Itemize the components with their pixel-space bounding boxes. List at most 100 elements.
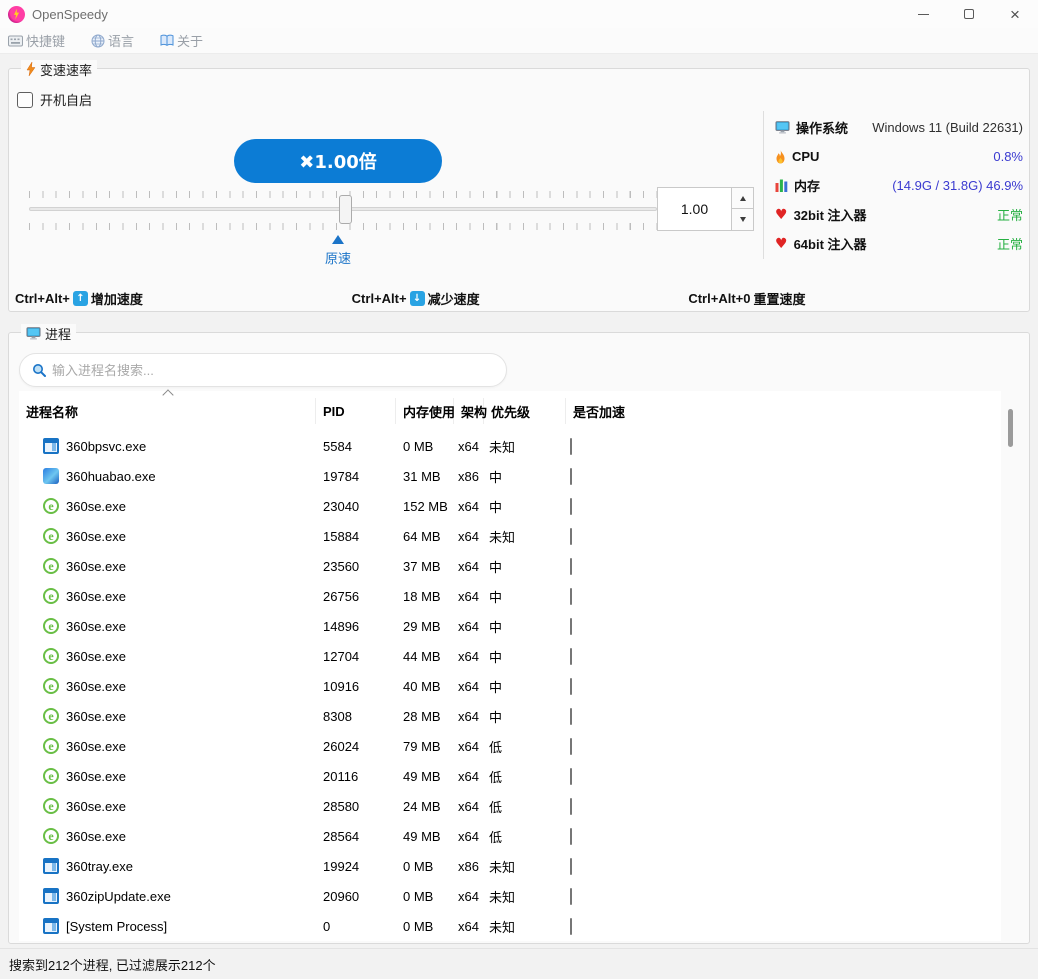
menu-language[interactable]: 语言: [91, 31, 134, 50]
cell-priority: 中: [484, 647, 566, 666]
table-row[interactable]: 360se.exe 12704 44 MB x64 中: [19, 641, 1001, 671]
vertical-scrollbar-thumb[interactable]: [1008, 409, 1013, 447]
cell-arch: x86: [454, 469, 484, 484]
status-bar: 搜索到212个进程, 已过滤展示212个: [0, 948, 1038, 979]
cell-pid: 15884: [316, 529, 396, 544]
cell-mem: 79 MB: [396, 739, 454, 754]
accelerate-checkbox[interactable]: [570, 648, 572, 665]
table-row[interactable]: 360se.exe 14896 29 MB x64 中: [19, 611, 1001, 641]
bar-chart-icon: [775, 179, 788, 192]
process-name: 360se.exe: [66, 589, 126, 604]
process-icon: [43, 678, 59, 694]
table-row[interactable]: 360se.exe 15884 64 MB x64 未知: [19, 521, 1001, 551]
process-table: 进程名称 PID 内存使用 架构 优先级 是否加速 360bpsvc.exe 5…: [19, 391, 1001, 941]
accelerate-checkbox[interactable]: [570, 888, 572, 905]
column-header-pid[interactable]: PID: [316, 398, 396, 424]
process-name: 360se.exe: [66, 529, 126, 544]
accelerate-checkbox[interactable]: [570, 858, 572, 875]
column-header-name[interactable]: 进程名称: [19, 398, 316, 424]
process-icon: [43, 558, 59, 574]
table-row[interactable]: 360se.exe 23560 37 MB x64 中: [19, 551, 1001, 581]
hotkey-reset: Ctrl+Alt+0 重置速度: [688, 289, 1025, 308]
accelerate-checkbox[interactable]: [570, 678, 572, 695]
process-icon: [43, 858, 59, 874]
hotkey-increase-keys: Ctrl+Alt+: [15, 291, 70, 306]
speed-slider[interactable]: [29, 187, 657, 233]
speed-spinbox: 1.00: [657, 187, 754, 231]
cell-priority: 中: [484, 587, 566, 606]
table-row[interactable]: 360tray.exe 19924 0 MB x86 未知: [19, 851, 1001, 881]
cell-arch: x64: [454, 559, 484, 574]
column-header-priority[interactable]: 优先级: [484, 398, 566, 424]
process-name: 360bpsvc.exe: [66, 439, 146, 454]
table-row[interactable]: 360se.exe 23040 152 MB x64 中: [19, 491, 1001, 521]
process-icon: [43, 438, 59, 454]
os-info-row: 操作系统 Windows 11 (Build 22631): [775, 113, 1023, 142]
openspeedy-window: OpenSpeedy × 快捷键 语言 关于: [0, 0, 1038, 979]
autostart-checkbox[interactable]: [17, 92, 33, 108]
table-row[interactable]: 360zipUpdate.exe 20960 0 MB x64 未知: [19, 881, 1001, 911]
slider-handle[interactable]: [339, 195, 352, 224]
hotkey-decrease-keys: Ctrl+Alt+: [352, 291, 407, 306]
table-row[interactable]: 360se.exe 28580 24 MB x64 低: [19, 791, 1001, 821]
cell-arch: x64: [454, 829, 484, 844]
accelerate-checkbox[interactable]: [570, 918, 572, 935]
search-icon: [32, 363, 46, 377]
accelerate-checkbox[interactable]: [570, 798, 572, 815]
table-row[interactable]: 360huabao.exe 19784 31 MB x86 中: [19, 461, 1001, 491]
table-row[interactable]: 360se.exe 8308 28 MB x64 中: [19, 701, 1001, 731]
minimize-button[interactable]: [900, 0, 946, 28]
autostart-label: 开机自启: [40, 90, 92, 109]
spin-up-button[interactable]: [731, 187, 754, 209]
cell-mem: 37 MB: [396, 559, 454, 574]
process-name: 360se.exe: [66, 619, 126, 634]
process-legend: 进程: [21, 324, 76, 342]
cell-priority: 中: [484, 707, 566, 726]
accelerate-checkbox[interactable]: [570, 438, 572, 455]
table-row[interactable]: 360se.exe 10916 40 MB x64 中: [19, 671, 1001, 701]
accelerate-checkbox[interactable]: [570, 558, 572, 575]
accelerate-checkbox[interactable]: [570, 498, 572, 515]
menu-hotkeys[interactable]: 快捷键: [8, 31, 65, 50]
spin-down-button[interactable]: [731, 209, 754, 231]
column-header-accelerate[interactable]: 是否加速: [566, 398, 1001, 424]
heart-icon: ♥: [775, 208, 788, 222]
table-row[interactable]: 360se.exe 26756 18 MB x64 中: [19, 581, 1001, 611]
accelerate-checkbox[interactable]: [570, 708, 572, 725]
speed-spinbox-value[interactable]: 1.00: [657, 187, 731, 231]
column-header-arch[interactable]: 架构: [454, 398, 484, 424]
cell-mem: 0 MB: [396, 859, 454, 874]
table-row[interactable]: 360se.exe 28564 49 MB x64 低: [19, 821, 1001, 851]
maximize-button[interactable]: [946, 0, 992, 28]
table-row[interactable]: 360se.exe 26024 79 MB x64 低: [19, 731, 1001, 761]
search-input[interactable]: [52, 363, 494, 378]
sort-ascending-icon: [163, 389, 175, 397]
column-header-memory[interactable]: 内存使用: [396, 398, 454, 424]
cell-arch: x64: [454, 649, 484, 664]
accelerate-checkbox[interactable]: [570, 618, 572, 635]
process-name: 360se.exe: [66, 799, 126, 814]
table-row[interactable]: 360bpsvc.exe 5584 0 MB x64 未知: [19, 431, 1001, 461]
accelerate-checkbox[interactable]: [570, 738, 572, 755]
accelerate-checkbox[interactable]: [570, 768, 572, 785]
accelerate-checkbox[interactable]: [570, 588, 572, 605]
cell-arch: x64: [454, 799, 484, 814]
menu-about[interactable]: 关于: [160, 31, 203, 50]
process-table-header[interactable]: 进程名称 PID 内存使用 架构 优先级 是否加速: [19, 391, 1001, 431]
table-row[interactable]: 360se.exe 20116 49 MB x64 低: [19, 761, 1001, 791]
cell-pid: 23560: [316, 559, 396, 574]
close-button[interactable]: ×: [992, 0, 1038, 28]
accelerate-checkbox[interactable]: [570, 528, 572, 545]
autostart-option[interactable]: 开机自启: [17, 90, 92, 109]
memory-value: (14.9G / 31.8G) 46.9%: [892, 178, 1023, 193]
globe-icon: [91, 34, 105, 48]
close-icon: ×: [1010, 6, 1020, 23]
origin-marker-label: 原速: [318, 248, 358, 267]
process-icon: [43, 588, 59, 604]
speed-multiplier-button[interactable]: ✖1.00倍: [234, 139, 442, 183]
cell-priority: 未知: [484, 857, 566, 876]
table-row[interactable]: [System Process] 0 0 MB x64 未知: [19, 911, 1001, 941]
accelerate-checkbox[interactable]: [570, 828, 572, 845]
menu-language-label: 语言: [108, 31, 134, 50]
accelerate-checkbox[interactable]: [570, 468, 572, 485]
